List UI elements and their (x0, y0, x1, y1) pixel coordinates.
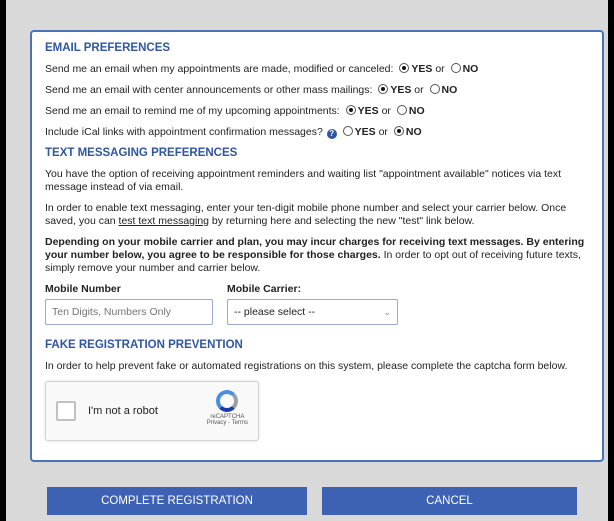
recaptcha-widget: I'm not a robot reCAPTCHA Privacy - Term… (45, 381, 259, 441)
test-text-messaging-link[interactable]: test text messaging (119, 215, 209, 227)
fake-registration-title: FAKE REGISTRATION PREVENTION (45, 339, 243, 351)
mobile-fields: Mobile Number Mobile Carrier: -- please … (45, 283, 589, 325)
mobile-carrier-select[interactable]: -- please select -- ⌄ (227, 299, 398, 325)
action-buttons: COMPLETE REGISTRATION CANCEL (47, 487, 604, 515)
recaptcha-icon (216, 390, 239, 412)
email-preferences-title: EMAIL PREFERENCES (45, 42, 171, 54)
recaptcha-logo: reCAPTCHA Privacy - Terms (207, 390, 248, 426)
captcha-checkbox[interactable] (56, 401, 76, 421)
mobile-carrier-group: Mobile Carrier: -- please select -- ⌄ (227, 283, 398, 325)
complete-registration-button[interactable]: COMPLETE REGISTRATION (47, 487, 307, 515)
fake-registration-text: In order to help prevent fake or automat… (45, 360, 568, 372)
text-messaging-charges-notice: Depending on your mobile carrier and pla… (45, 236, 585, 274)
email-pref-announcements: Send me an email with center announcemen… (45, 84, 458, 96)
captcha-label: I'm not a robot (88, 405, 158, 417)
reminders-no-radio[interactable] (396, 105, 407, 115)
mobile-carrier-label: Mobile Carrier: (227, 283, 302, 295)
mobile-number-group: Mobile Number (45, 283, 213, 325)
mobile-number-input[interactable] (45, 299, 213, 325)
text-messaging-instructions: In order to enable text messaging, enter… (45, 202, 567, 227)
cancel-button[interactable]: CANCEL (322, 487, 577, 515)
carrier-selected-value: -- please select -- (234, 306, 316, 318)
ical-no-radio[interactable] (393, 126, 404, 136)
email-pref-ical: Include iCal links with appointment conf… (45, 126, 422, 139)
recaptcha-links[interactable]: Privacy - Terms (207, 420, 248, 426)
announcements-yes-radio[interactable] (378, 84, 389, 94)
email-pref-appointments: Send me an email when my appointments ar… (45, 63, 479, 75)
appointments-no-radio[interactable] (450, 63, 461, 73)
ical-yes-radio[interactable] (342, 126, 353, 136)
email-pref-reminders: Send me an email to remind me of my upco… (45, 105, 425, 117)
info-icon[interactable]: ? (326, 129, 337, 139)
appointments-yes-radio[interactable] (399, 63, 410, 73)
reminders-yes-radio[interactable] (345, 105, 356, 115)
text-messaging-intro: You have the option of receiving appoint… (45, 168, 562, 193)
announcements-no-radio[interactable] (429, 84, 440, 94)
chevron-down-icon: ⌄ (383, 306, 391, 317)
mobile-number-label: Mobile Number (45, 283, 121, 295)
text-messaging-title: TEXT MESSAGING PREFERENCES (45, 147, 238, 159)
registration-panel: EMAIL PREFERENCES Send me an email when … (30, 30, 604, 462)
